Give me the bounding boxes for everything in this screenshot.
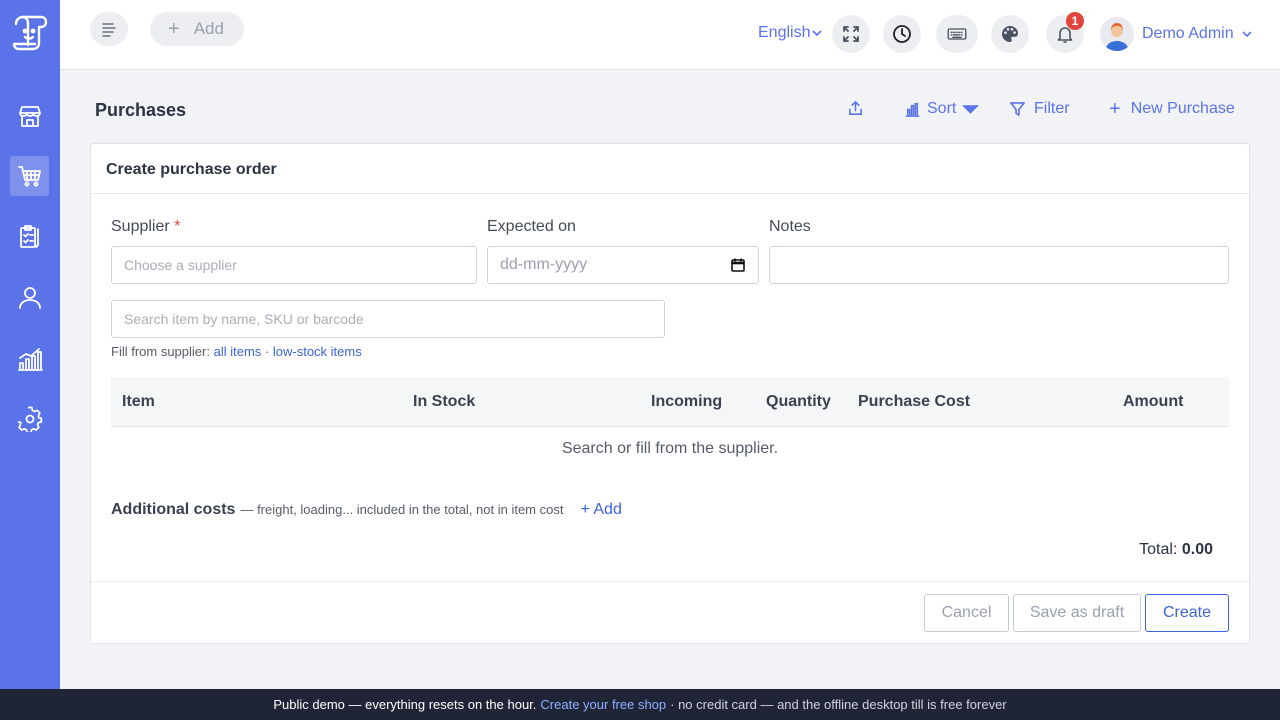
sidebar-item-settings[interactable] <box>10 399 49 439</box>
save-draft-button[interactable]: Save as draft <box>1013 594 1141 632</box>
theme-button[interactable] <box>991 15 1029 53</box>
menu-icon <box>102 23 116 37</box>
additional-costs-title: Additional costs <box>111 501 236 518</box>
sidebar-item-reports[interactable] <box>10 339 49 379</box>
plus-icon: + <box>1109 98 1121 120</box>
sidebar-item-orders[interactable] <box>10 217 49 257</box>
expected-on-date-input[interactable]: dd-mm-yyyy <box>487 246 759 284</box>
fullscreen-button[interactable] <box>832 15 870 53</box>
column-header: Incoming <box>651 393 723 410</box>
date-placeholder: dd-mm-yyyy <box>500 256 588 273</box>
column-header: Quantity <box>766 393 831 410</box>
quick-add-button[interactable]: + Add <box>150 12 244 46</box>
supplier-select[interactable]: Choose a supplier <box>111 246 477 284</box>
plus-icon: + <box>168 17 180 40</box>
clock-icon <box>893 25 911 43</box>
additional-costs-hint: — freight, loading... included in the to… <box>240 502 564 517</box>
clipboard-icon <box>19 225 39 248</box>
filter-icon <box>1010 101 1025 116</box>
keyboard-icon <box>947 28 967 40</box>
fullscreen-icon <box>843 26 859 42</box>
column-header: Amount <box>1123 393 1184 410</box>
chart-icon <box>17 348 43 371</box>
column-header: Purchase Cost <box>858 393 971 410</box>
calendar-icon[interactable] <box>730 257 746 273</box>
keyboard-shortcuts-button[interactable] <box>936 15 978 53</box>
cancel-button[interactable]: Cancel <box>924 594 1009 632</box>
fill-prefix: Fill from supplier: <box>111 344 210 359</box>
sidebar-item-purchases[interactable] <box>10 156 49 196</box>
language-dropdown[interactable]: English <box>758 24 823 42</box>
total-row: Total: 0.00 <box>1139 541 1213 559</box>
new-purchase-label: New Purchase <box>1130 100 1235 117</box>
bar-chart-icon <box>905 102 920 117</box>
total-label: Total: <box>1139 541 1178 558</box>
supplier-label: Supplier * <box>111 218 180 236</box>
filter-label: Filter <box>1034 100 1070 117</box>
column-header: In Stock <box>413 393 476 410</box>
new-purchase-button[interactable]: + New Purchase <box>1109 98 1235 120</box>
banner-text: Public demo — everything resets on the h… <box>273 697 537 712</box>
app-logo-icon[interactable] <box>10 12 50 52</box>
store-icon <box>18 106 41 127</box>
gear-icon <box>17 406 42 432</box>
caret-down-icon <box>962 104 980 114</box>
create-button[interactable]: Create <box>1145 594 1229 632</box>
quick-add-label: Add <box>193 19 224 38</box>
banner-subtext: · no credit card — and the offline deskt… <box>670 697 1007 712</box>
user-icon <box>18 287 41 309</box>
fill-from-supplier: Fill from supplier: all items · low-stoc… <box>111 344 362 359</box>
topbar: + Add English 1 Demo Admin <box>60 0 1280 70</box>
sidebar <box>0 0 60 689</box>
items-table-header: Item In Stock Incoming Quantity Purchase… <box>111 377 1229 427</box>
add-cost-link[interactable]: + Add <box>580 501 621 519</box>
additional-costs: Additional costs — freight, loading... i… <box>111 501 622 519</box>
sidebar-item-customers[interactable] <box>10 277 49 317</box>
item-search-placeholder: Search item by name, SKU or barcode <box>124 311 364 327</box>
supplier-placeholder: Choose a supplier <box>124 257 237 273</box>
create-shop-link[interactable]: Create your free shop <box>540 697 666 712</box>
fill-separator: · <box>264 344 270 359</box>
export-button[interactable] <box>847 100 864 117</box>
chevron-down-icon <box>1242 31 1252 38</box>
card-footer: Cancel Save as draft Create <box>91 581 1249 643</box>
column-header: Item <box>122 393 155 410</box>
cart-icon <box>17 166 41 187</box>
filter-button[interactable]: Filter <box>1009 100 1070 118</box>
total-value: 0.00 <box>1181 541 1213 558</box>
fill-all-items-link[interactable]: all items <box>214 344 262 359</box>
demo-banner: Public demo — everything resets on the h… <box>0 689 1280 720</box>
fill-low-stock-link[interactable]: low-stock items <box>273 344 362 359</box>
purchase-order-card: Create purchase order Supplier * Choose … <box>90 143 1250 644</box>
language-label: English <box>758 24 811 41</box>
notification-badge: 1 <box>1066 12 1084 30</box>
history-button[interactable] <box>883 15 921 53</box>
required-marker: * <box>174 218 181 235</box>
notes-label: Notes <box>769 218 811 235</box>
avatar <box>1100 17 1134 51</box>
supplier-label-text: Supplier <box>111 218 170 235</box>
item-search-input[interactable]: Search item by name, SKU or barcode <box>111 300 665 338</box>
user-name: Demo Admin <box>1142 25 1234 42</box>
empty-table-message: Search or fill from the supplier. <box>561 440 779 457</box>
expected-on-label: Expected on <box>487 218 576 235</box>
upload-icon <box>849 101 862 115</box>
sort-label: Sort <box>927 100 957 117</box>
notifications-button[interactable]: 1 <box>1046 12 1084 53</box>
sidebar-item-store[interactable] <box>10 96 49 136</box>
sort-dropdown[interactable]: Sort <box>904 100 980 118</box>
notes-input[interactable] <box>769 246 1229 284</box>
palette-icon <box>1002 26 1018 42</box>
user-menu[interactable]: Demo Admin <box>1100 17 1252 51</box>
card-title: Create purchase order <box>91 144 1249 194</box>
menu-toggle-button[interactable] <box>90 12 128 46</box>
chevron-down-icon <box>812 30 823 37</box>
page-title: Purchases <box>95 100 187 120</box>
